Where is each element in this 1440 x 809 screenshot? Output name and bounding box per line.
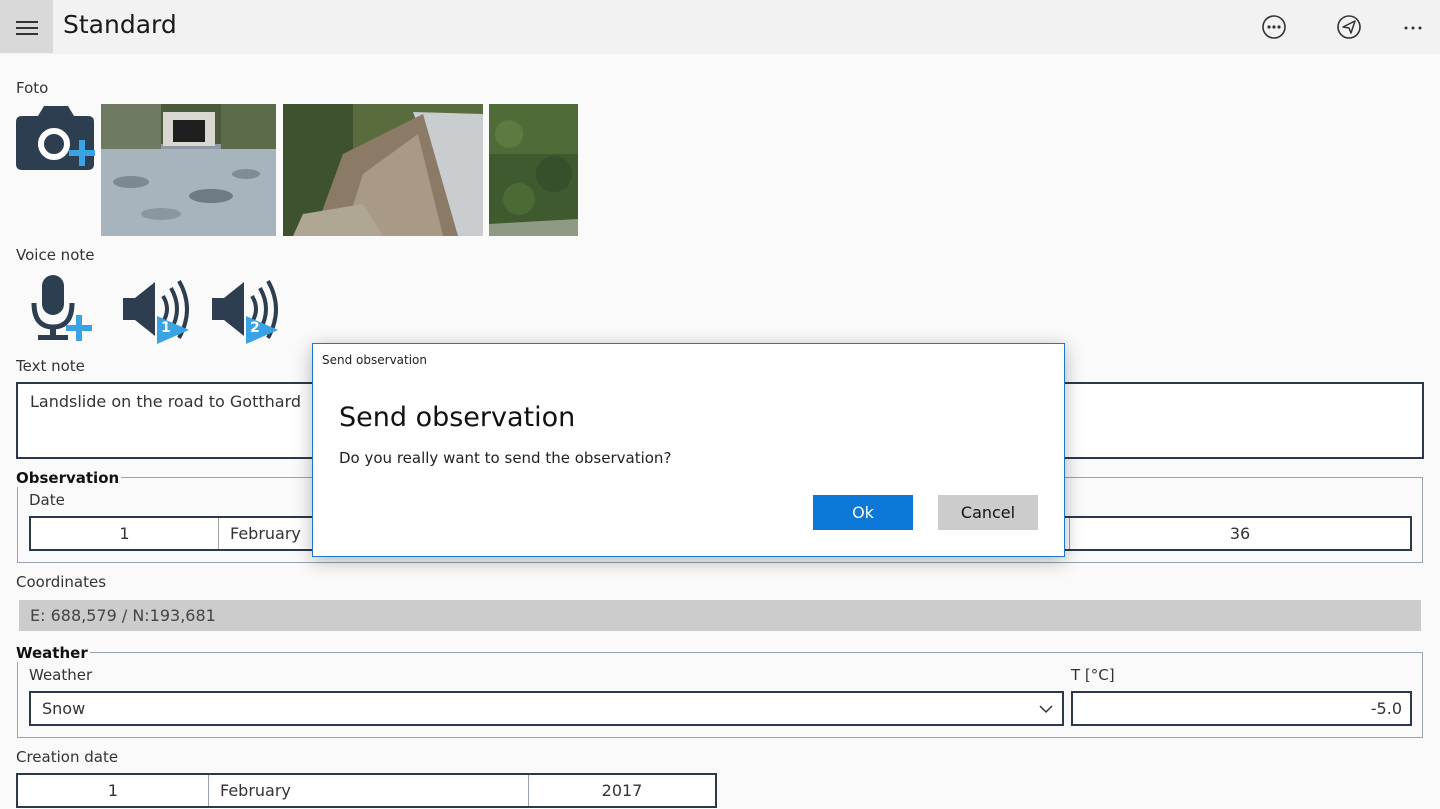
send-observation-dialog: Send observation Send observation Do you… bbox=[312, 343, 1065, 557]
ok-button[interactable]: Ok bbox=[813, 495, 913, 530]
cancel-button[interactable]: Cancel bbox=[938, 495, 1038, 530]
dialog-title: Send observation bbox=[339, 402, 576, 433]
dialog-message: Do you really want to send the observati… bbox=[339, 449, 672, 467]
modal-overlay: Send observation Send observation Do you… bbox=[0, 0, 1440, 809]
dialog-caption: Send observation bbox=[322, 353, 428, 367]
